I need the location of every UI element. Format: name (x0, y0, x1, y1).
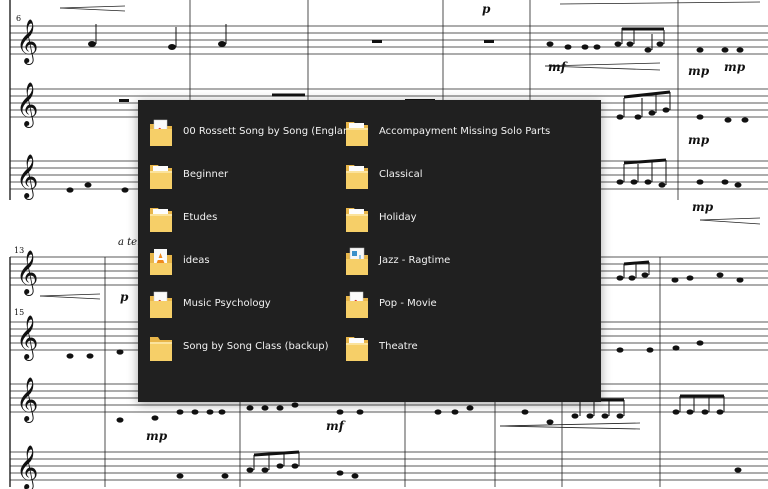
dynamic-marking: mf (548, 60, 566, 74)
folder-icon (346, 336, 368, 361)
measure-number: 15 (14, 308, 25, 317)
folder-label: Music Psychology (183, 298, 271, 309)
folder-label: Beginner (183, 169, 229, 180)
folder-with-pdf-icon (150, 119, 172, 146)
folder-icon (346, 207, 368, 232)
treble-clef-icon: 𝄞 (16, 19, 39, 63)
folder-item-pop-movie[interactable]: Pop - Movie (342, 282, 538, 325)
folder-item-ideas[interactable]: ideas (146, 239, 342, 282)
dynamic-marking: mp (688, 64, 710, 78)
folder-icon (150, 164, 172, 189)
dynamic-marking: mp (692, 200, 714, 214)
treble-clef-icon: 𝄞 (16, 250, 39, 294)
folder-label: Song by Song Class (backup) (183, 341, 329, 352)
folder-with-vlc-icon (150, 248, 172, 275)
folder-label: Accompayment Missing Solo Parts (379, 126, 551, 137)
folder-label: 00 Rossett Song by Song (England) (183, 126, 360, 137)
dynamic-marking: mp (688, 133, 710, 147)
folder-item-holiday[interactable]: Holiday (342, 196, 538, 239)
dynamic-marking: mp (146, 429, 168, 443)
folder-item-song-by-song-class-backup[interactable]: Song by Song Class (backup) (146, 325, 342, 368)
folder-item-accompayment-missing-solo-parts[interactable]: Accompayment Missing Solo Parts (342, 110, 550, 153)
folder-item-etudes[interactable]: Etudes (146, 196, 342, 239)
treble-clef-icon: 𝄞 (16, 445, 39, 489)
treble-clef-icon: 𝄞 (16, 315, 39, 359)
folder-label: Jazz - Ragtime (379, 255, 451, 266)
measure-number: 13 (14, 246, 25, 255)
folder-item-theatre[interactable]: Theatre (342, 325, 538, 368)
folder-label: Pop - Movie (379, 298, 437, 309)
folder-label: Theatre (379, 341, 418, 352)
treble-clef-icon: 𝄞 (16, 377, 39, 421)
dynamic-marking: p (120, 290, 129, 304)
folder-item-jazz-ragtime[interactable]: Jazz - Ragtime (342, 239, 538, 282)
folder-label: Etudes (183, 212, 218, 223)
folder-item-beginner[interactable]: Beginner (146, 153, 342, 196)
folder-with-pdf-icon (150, 291, 172, 318)
folder-item-00-rossett-song-by-song[interactable]: 00 Rossett Song by Song (England) (146, 110, 360, 153)
folder-with-music-icon (346, 247, 368, 275)
folder-label: Holiday (379, 212, 417, 223)
folder-jump-list-popup: 00 Rossett Song by Song (England) Accomp… (138, 100, 601, 402)
treble-clef-icon: 𝄞 (16, 82, 39, 126)
measure-number: 6 (16, 14, 22, 23)
whole-rests (119, 40, 494, 102)
treble-clef-icon: 𝄞 (16, 154, 39, 198)
folder-label: ideas (183, 255, 210, 266)
staff-7 (10, 451, 768, 481)
dynamic-marking: mp (724, 60, 746, 74)
folder-item-music-psychology[interactable]: Music Psychology (146, 282, 342, 325)
folder-icon (150, 336, 172, 361)
folder-with-pdf-icon (346, 291, 368, 318)
folder-icon (346, 164, 368, 189)
dynamic-marking: p (482, 2, 491, 16)
folder-label: Classical (379, 169, 423, 180)
folder-grid: 00 Rossett Song by Song (England) Accomp… (146, 110, 550, 368)
folder-item-classical[interactable]: Classical (342, 153, 538, 196)
folder-icon (346, 121, 368, 146)
folder-icon (150, 207, 172, 232)
dynamic-marking: mf (326, 419, 344, 433)
